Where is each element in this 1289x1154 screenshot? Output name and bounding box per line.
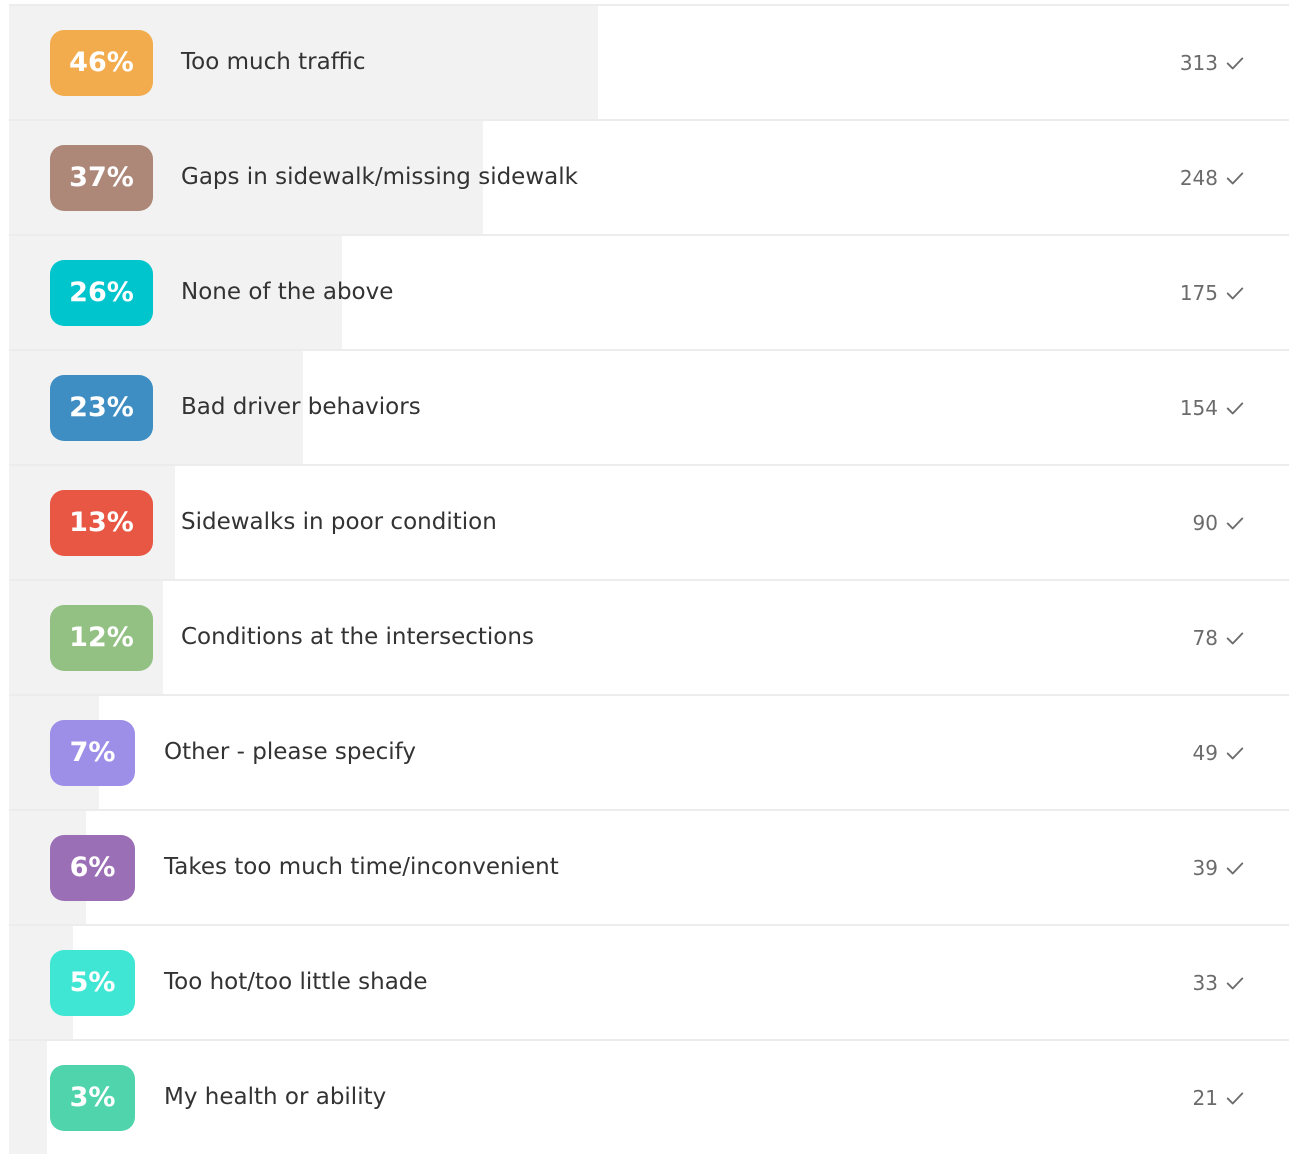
percent-badge: 26%: [50, 260, 153, 326]
percent-badge: 46%: [50, 30, 153, 96]
percent-badge: 6%: [50, 835, 135, 901]
percent-badge: 3%: [50, 1065, 135, 1131]
check-icon: [1226, 862, 1244, 874]
result-row-other-please-specify[interactable]: 7% Other - please specify 49: [9, 696, 1289, 811]
result-count: 33: [1193, 926, 1246, 1039]
check-icon: [1226, 1092, 1244, 1104]
result-row-too-much-traffic[interactable]: 46% Too much traffic 313: [9, 6, 1289, 121]
result-count: 175: [1180, 236, 1246, 349]
check-icon: [1226, 172, 1244, 184]
result-row-conditions-at-intersections[interactable]: 12% Conditions at the intersections 78: [9, 581, 1289, 696]
percent-badge: 7%: [50, 720, 135, 786]
percent-badge: 23%: [50, 375, 153, 441]
result-row-bad-driver-behaviors[interactable]: 23% Bad driver behaviors 154: [9, 351, 1289, 466]
count-value: 154: [1179, 395, 1218, 420]
result-label: My health or ability: [164, 1084, 387, 1110]
percent-badge: 12%: [50, 605, 153, 671]
result-row-sidewalks-poor-condition[interactable]: 13% Sidewalks in poor condition 90: [9, 466, 1289, 581]
result-count: 90: [1193, 466, 1246, 579]
count-value: 248: [1179, 165, 1218, 190]
check-icon: [1226, 517, 1244, 529]
check-icon: [1226, 747, 1244, 759]
percent-badge: 13%: [50, 490, 153, 556]
count-value: 90: [1192, 510, 1218, 535]
result-count: 78: [1193, 581, 1246, 694]
result-count: 313: [1180, 6, 1246, 119]
result-count: 154: [1180, 351, 1246, 464]
result-label: Bad driver behaviors: [181, 394, 421, 420]
count-value: 175: [1179, 280, 1218, 305]
check-icon: [1226, 632, 1244, 644]
result-label: Other - please specify: [164, 739, 416, 765]
results-list: 46% Too much traffic 313 37% Gaps in sid…: [9, 4, 1289, 1154]
check-icon: [1226, 287, 1244, 299]
result-row-none-of-the-above[interactable]: 26% None of the above 175: [9, 236, 1289, 351]
result-count: 49: [1193, 696, 1246, 809]
result-row-my-health-or-ability[interactable]: 3% My health or ability 21: [9, 1041, 1289, 1154]
result-row-takes-too-much-time[interactable]: 6% Takes too much time/inconvenient 39: [9, 811, 1289, 926]
result-label: Takes too much time/inconvenient: [164, 854, 559, 880]
percent-badge: 5%: [50, 950, 135, 1016]
count-value: 33: [1192, 970, 1218, 995]
result-label: Too much traffic: [181, 49, 366, 75]
result-label: None of the above: [181, 279, 394, 305]
result-label: Conditions at the intersections: [181, 624, 534, 650]
result-count: 248: [1180, 121, 1246, 234]
result-label: Sidewalks in poor condition: [181, 509, 497, 535]
result-row-gaps-in-sidewalk[interactable]: 37% Gaps in sidewalk/missing sidewalk 24…: [9, 121, 1289, 236]
check-icon: [1226, 57, 1244, 69]
result-count: 39: [1193, 811, 1246, 924]
result-row-too-hot-little-shade[interactable]: 5% Too hot/too little shade 33: [9, 926, 1289, 1041]
result-bar-fill: [9, 1041, 48, 1154]
count-value: 39: [1192, 855, 1218, 880]
count-value: 78: [1192, 625, 1218, 650]
count-value: 313: [1179, 50, 1218, 75]
percent-badge: 37%: [50, 145, 153, 211]
result-label: Too hot/too little shade: [164, 969, 428, 995]
result-label: Gaps in sidewalk/missing sidewalk: [181, 164, 578, 190]
check-icon: [1226, 402, 1244, 414]
count-value: 49: [1192, 740, 1218, 765]
check-icon: [1226, 977, 1244, 989]
result-count: 21: [1193, 1041, 1246, 1154]
count-value: 21: [1192, 1085, 1218, 1110]
